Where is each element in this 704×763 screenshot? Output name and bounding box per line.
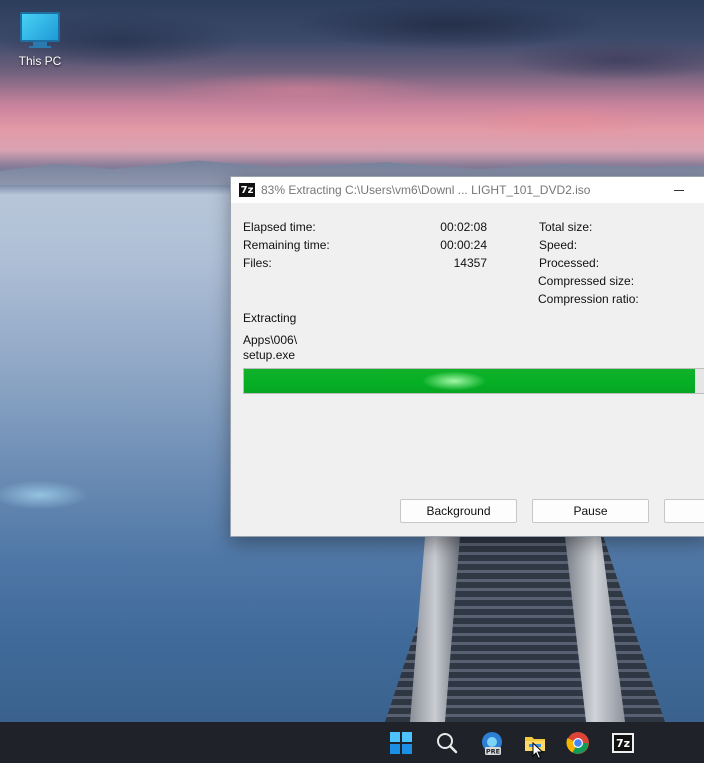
compression-ratio-label: Compression ratio: bbox=[538, 292, 639, 306]
progress-bar-fill bbox=[244, 369, 695, 393]
pause-button[interactable]: Pause bbox=[532, 499, 649, 523]
edge-badge-text: PRE bbox=[486, 747, 500, 755]
search-icon bbox=[437, 733, 458, 754]
chrome-button[interactable] bbox=[563, 728, 593, 758]
chrome-icon bbox=[566, 732, 589, 754]
search-button[interactable] bbox=[432, 728, 462, 758]
files-label: Files: bbox=[243, 256, 272, 270]
title-bar[interactable]: 7z 83% Extracting C:\Users\vm6\Downl ...… bbox=[231, 177, 704, 203]
compressed-size-label: Compressed size: bbox=[538, 274, 635, 288]
speed-label: Speed: bbox=[539, 238, 578, 252]
start-button[interactable] bbox=[386, 728, 416, 758]
file-explorer-button[interactable] bbox=[520, 728, 550, 760]
operation-label: Extracting bbox=[243, 311, 297, 325]
extract-progress-dialog[interactable]: 7z 83% Extracting C:\Users\vm6\Downl ...… bbox=[230, 176, 704, 537]
background-button[interactable]: Background bbox=[400, 499, 517, 523]
mouse-cursor-icon bbox=[532, 742, 544, 760]
taskbar: PRE 7z bbox=[0, 722, 704, 763]
wallpaper-clouds bbox=[0, 0, 704, 175]
cancel-button[interactable] bbox=[664, 499, 704, 523]
desktop-icon-this-pc[interactable]: This PC bbox=[12, 8, 68, 68]
windows-start-icon bbox=[390, 732, 412, 754]
elapsed-time-label: Elapsed time: bbox=[243, 220, 316, 234]
minimize-icon bbox=[674, 189, 684, 191]
files-value: 14357 bbox=[453, 256, 487, 270]
desktop-icon-label: This PC bbox=[18, 54, 62, 68]
current-file: setup.exe bbox=[243, 348, 296, 362]
remaining-time-label: Remaining time: bbox=[243, 238, 330, 252]
sevenzip-icon: 7z bbox=[612, 733, 634, 753]
minimize-button[interactable] bbox=[667, 181, 691, 199]
processed-label: Processed: bbox=[539, 256, 600, 270]
edge-preview-button[interactable]: PRE bbox=[477, 728, 507, 758]
elapsed-time-value: 00:02:08 bbox=[440, 220, 487, 234]
edge-pre-icon: PRE bbox=[482, 732, 502, 755]
extraction-progress-bar bbox=[243, 368, 704, 394]
sevenzip-app-icon: 7z bbox=[239, 183, 255, 197]
current-path: Apps\006\ bbox=[243, 333, 298, 347]
wallpaper-haze bbox=[0, 470, 110, 520]
sevenzip-taskbar-button[interactable]: 7z bbox=[608, 728, 638, 758]
remaining-time-value: 00:00:24 bbox=[440, 238, 487, 252]
window-title: 83% Extracting C:\Users\vm6\Downl ... LI… bbox=[261, 183, 591, 197]
total-size-label: Total size: bbox=[539, 220, 593, 234]
computer-icon bbox=[20, 12, 60, 42]
